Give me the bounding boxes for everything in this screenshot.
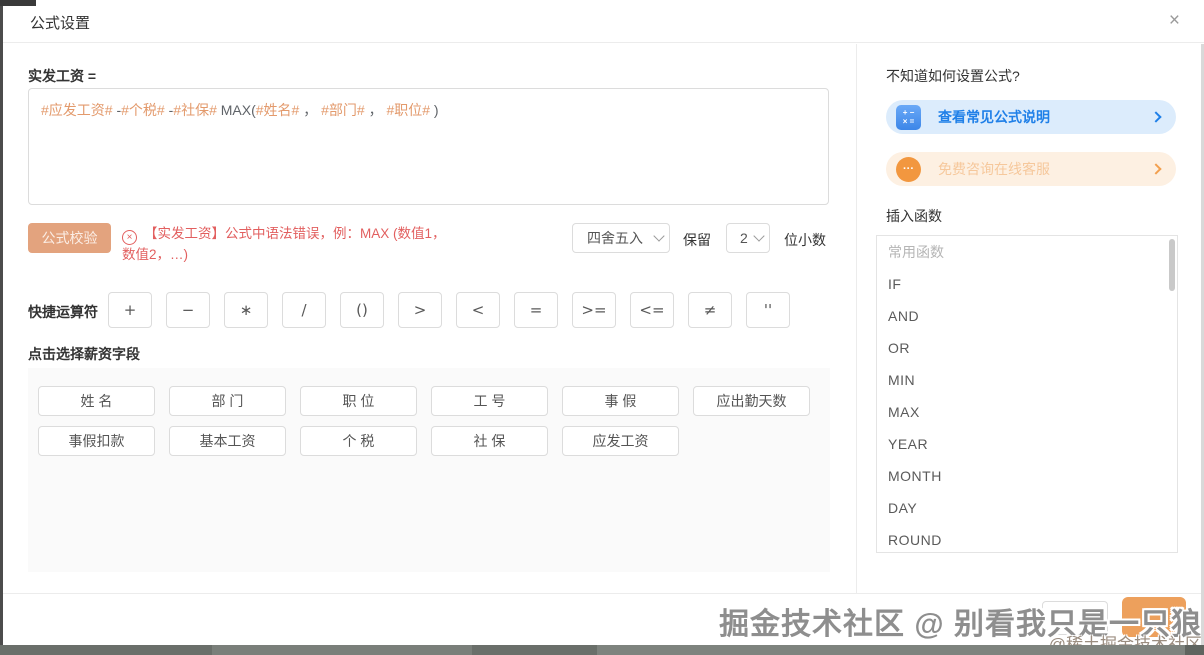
operator-button[interactable]: − <box>166 292 210 328</box>
formula-token: ) <box>430 102 439 118</box>
formula-token: ， <box>299 102 321 118</box>
error-text: 【实发工资】公式中语法错误，例：MAX (数值1，数值2，…) <box>122 226 446 262</box>
strip-segment <box>1185 645 1204 655</box>
strip-segment <box>0 645 212 655</box>
function-item[interactable]: IF <box>877 268 1177 300</box>
operator-button[interactable]: > <box>398 292 442 328</box>
decimal-places-label: 位小数 <box>784 230 826 250</box>
salary-field-button[interactable]: 姓 名 <box>38 386 155 416</box>
salary-field-button[interactable]: 事假扣款 <box>38 426 155 456</box>
operator-button[interactable]: < <box>456 292 500 328</box>
operator-button[interactable]: = <box>514 292 558 328</box>
operator-button[interactable]: ∗ <box>224 292 268 328</box>
salary-field-button[interactable]: 工 号 <box>431 386 548 416</box>
decimal-digits-select[interactable]: 2 <box>726 223 770 253</box>
keep-label: 保留 <box>683 230 711 250</box>
formula-token: - <box>113 102 122 118</box>
help-question-label: 不知道如何设置公式? <box>886 66 1020 86</box>
salary-field-button[interactable]: 基本工资 <box>169 426 286 456</box>
calculator-icon-row1: + − <box>896 108 921 117</box>
function-items: IFANDORMINMAXYEARMONTHDAYROUND <box>877 268 1177 553</box>
operator-button[interactable]: / <box>282 292 326 328</box>
dialog-header: 公式设置 × <box>0 0 1204 43</box>
formula-token: #社保# <box>173 102 217 118</box>
decimal-digits-value: 2 <box>740 230 748 246</box>
close-icon[interactable]: × <box>1169 10 1180 32</box>
formula-token: #应发工资# <box>41 102 113 118</box>
scrollbar-thumb[interactable] <box>1169 239 1175 291</box>
function-group-label: 常用函数 <box>877 236 1177 268</box>
chevron-down-icon <box>653 230 664 241</box>
chat-icon-dots: ··· <box>903 163 914 175</box>
salary-field-button[interactable]: 应出勤天数 <box>693 386 810 416</box>
strip-segment <box>472 645 597 655</box>
function-item[interactable]: AND <box>877 300 1177 332</box>
rounding-mode-value: 四舍五入 <box>587 228 643 248</box>
operator-button[interactable]: + <box>108 292 152 328</box>
strip-segment <box>597 645 1185 655</box>
chat-bubble-icon: ··· <box>896 157 921 182</box>
formula-token: ， <box>365 102 387 118</box>
operator-button[interactable]: () <box>340 292 384 328</box>
view-formula-guide-link[interactable]: + − × = 查看常见公式说明 <box>886 100 1176 134</box>
formula-token: #部门# <box>321 102 365 118</box>
operator-button[interactable]: ≠ <box>688 292 732 328</box>
chevron-down-icon <box>753 230 764 241</box>
validate-formula-button[interactable]: 公式校验 <box>28 223 111 253</box>
function-item[interactable]: YEAR <box>877 428 1177 460</box>
function-item[interactable]: MAX <box>877 396 1177 428</box>
insert-function-label: 插入函数 <box>886 206 942 226</box>
operator-buttons-row: +−∗/()><=>=<=≠'' <box>108 292 790 328</box>
salary-fields-panel: 姓 名部 门职 位工 号事 假应出勤天数 事假扣款基本工资个 税社 保应发工资 <box>28 368 830 572</box>
formula-guide-label: 查看常见公式说明 <box>938 107 1050 127</box>
function-item[interactable]: MIN <box>877 364 1177 396</box>
formula-editor[interactable]: #应发工资# -#个税# -#社保# MAX(#姓名# ， #部门# ， #职位… <box>28 88 829 205</box>
vertical-divider <box>856 44 857 593</box>
function-list: 常用函数 IFANDORMINMAXYEARMONTHDAYROUND <box>876 235 1178 553</box>
page-top-notch <box>0 0 36 6</box>
salary-field-button[interactable]: 职 位 <box>300 386 417 416</box>
calculator-icon-row2: × = <box>896 117 921 126</box>
strip-segment <box>212 645 472 655</box>
online-support-label: 免费咨询在线客服 <box>938 159 1050 179</box>
function-item[interactable]: DAY <box>877 492 1177 524</box>
online-support-link[interactable]: ··· 免费咨询在线客服 <box>886 152 1176 186</box>
operator-button[interactable]: <= <box>630 292 674 328</box>
salary-field-button[interactable]: 应发工资 <box>562 426 679 456</box>
salary-field-button[interactable]: 个 税 <box>300 426 417 456</box>
formula-target-label: 实发工资 = <box>28 66 96 86</box>
formula-token: #姓名# <box>256 102 300 118</box>
error-icon: × <box>122 230 137 245</box>
chevron-right-icon <box>1150 111 1161 122</box>
salary-fields-row-1: 姓 名部 门职 位工 号事 假应出勤天数 <box>38 386 810 416</box>
formula-token: #职位# <box>386 102 430 118</box>
dialog-title: 公式设置 <box>30 12 90 33</box>
salary-fields-label: 点击选择薪资字段 <box>28 344 140 364</box>
formula-token: #个税# <box>121 102 165 118</box>
salary-fields-row-2: 事假扣款基本工资个 税社 保应发工资 <box>38 426 679 456</box>
page-left-edge <box>0 0 3 645</box>
formula-settings-dialog: 公式设置 × 实发工资 = #应发工资# -#个税# -#社保# MAX(#姓名… <box>0 0 1204 655</box>
rounding-mode-select[interactable]: 四舍五入 <box>572 223 670 253</box>
salary-field-button[interactable]: 社 保 <box>431 426 548 456</box>
chevron-right-icon <box>1150 163 1161 174</box>
salary-field-button[interactable]: 事 假 <box>562 386 679 416</box>
calculator-icon: + − × = <box>896 105 921 130</box>
formula-token: MAX( <box>217 102 256 118</box>
salary-field-button[interactable]: 部 门 <box>169 386 286 416</box>
operator-button[interactable]: >= <box>572 292 616 328</box>
footer-divider <box>0 593 1204 594</box>
function-item[interactable]: OR <box>877 332 1177 364</box>
function-item[interactable]: MONTH <box>877 460 1177 492</box>
function-item[interactable]: ROUND <box>877 524 1177 553</box>
formula-token: - <box>165 102 174 118</box>
background-page-strip <box>0 645 1204 655</box>
operators-label: 快捷运算符 <box>28 302 98 322</box>
validation-error-message: ×【实发工资】公式中语法错误，例：MAX (数值1，数值2，…) <box>122 224 458 264</box>
operator-button[interactable]: '' <box>746 292 790 328</box>
